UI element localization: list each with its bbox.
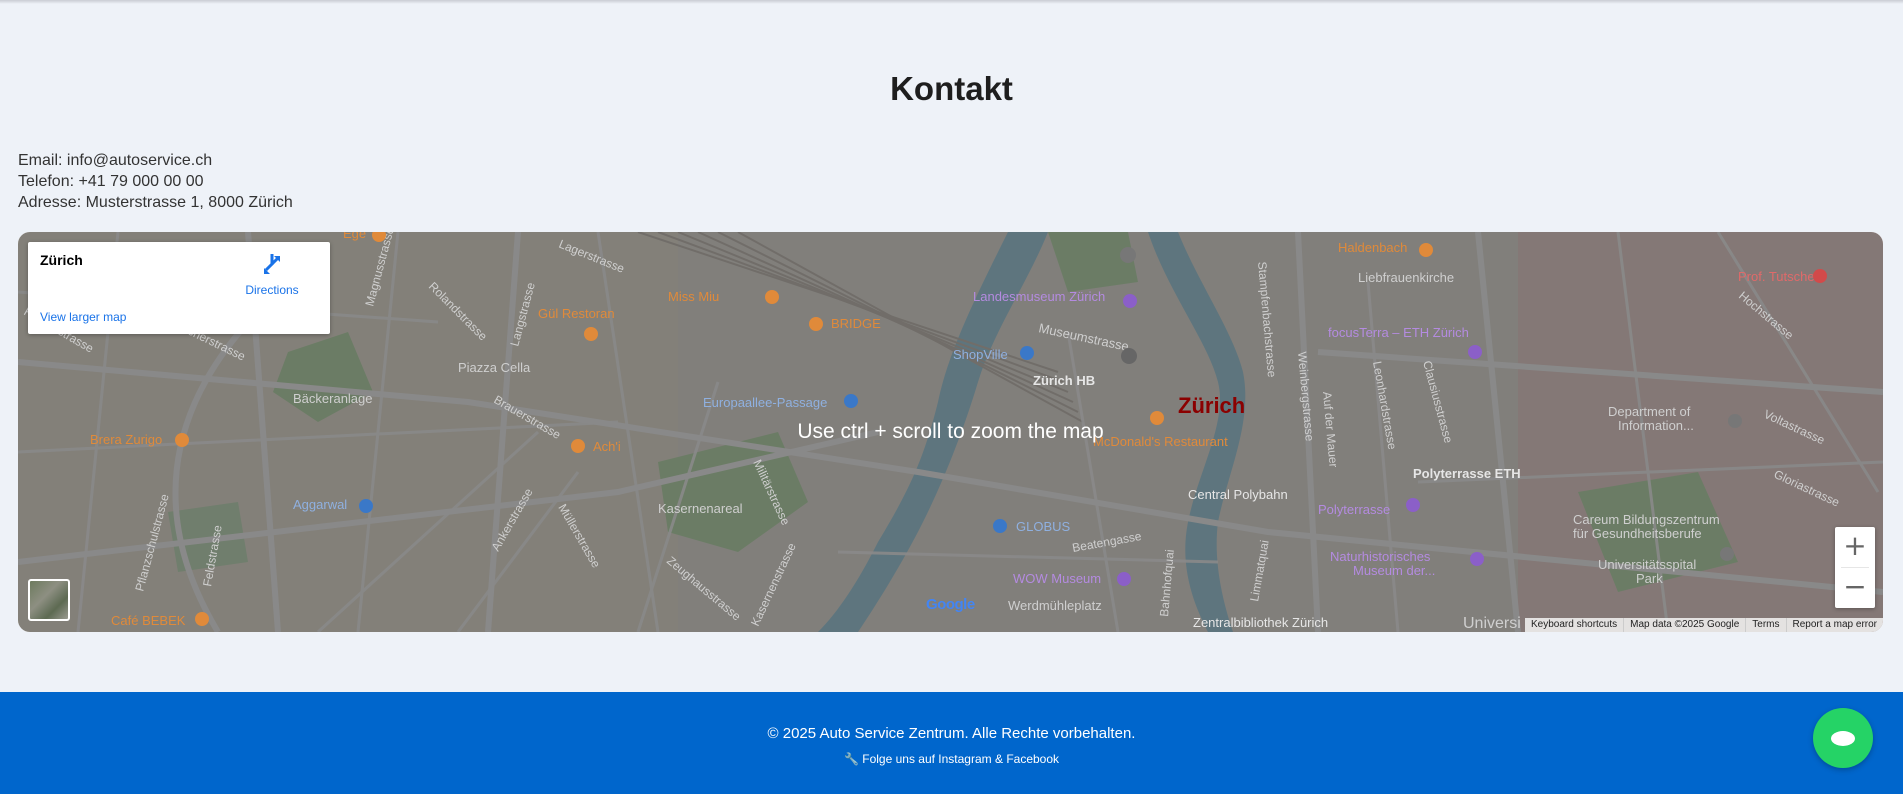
map-label-limmatquai: Limmatquai [1247, 539, 1272, 603]
map-label-aggarwal: Aggarwal [293, 497, 347, 512]
map-label-langstrasse: Langstrasse [507, 281, 538, 348]
map-label-zeughaus: Zeughausstrasse [664, 554, 744, 624]
map-label-haldenbach: Haldenbach [1338, 240, 1407, 255]
map-scroll-hint: Use ctrl + scroll to zoom the map [797, 420, 1104, 443]
google-logo-text: Google [926, 596, 975, 613]
map-label-careum-1: Careum Bildungszentrum [1573, 512, 1720, 527]
map-label-europaallee: Europaallee-Passage [703, 395, 827, 410]
map-label-miss-miu: Miss Miu [668, 289, 719, 304]
zoom-out-button[interactable]: − [1835, 568, 1875, 608]
map-label-zentralbib: Zentralbibliothek Zürich [1193, 615, 1328, 630]
page-title: Kontakt [890, 70, 1013, 107]
place-name: Zürich [40, 252, 83, 268]
map-label-liebfrauenkirche: Liebfrauenkirche [1358, 270, 1454, 285]
contact-address: Adresse: Musterstrasse 1, 8000 Zürich [18, 194, 293, 211]
map-label-ege: Ege [343, 232, 366, 241]
map-label-stampfen: Stampfenbachstrasse [1255, 261, 1279, 378]
report-error-link[interactable]: Report a map error [1785, 618, 1883, 632]
map-label-piazza: Piazza Cella [458, 360, 531, 375]
map-label-unipark-2: Park [1636, 571, 1663, 586]
map-label-beatengasse: Beatengasse [1071, 529, 1143, 555]
map-label-dept-1: Department of [1608, 404, 1691, 419]
chat-button[interactable] [1813, 708, 1873, 768]
zoom-controls: + − [1835, 527, 1875, 608]
map-label-polyterrasse-eth: Polyterrasse ETH [1413, 466, 1521, 481]
directions-label: Directions [245, 283, 299, 297]
map-label-focusterra: focusTerra – ETH Zürich [1328, 325, 1469, 340]
keyboard-shortcuts-link[interactable]: Keyboard shortcuts [1525, 618, 1623, 632]
map-label-careum-2: für Gesundheitsberufe [1573, 526, 1702, 541]
map-label-bahnhofquai: Bahnhofquai [1157, 549, 1177, 617]
google-logo: Google [926, 596, 975, 613]
chat-icon [1831, 731, 1855, 746]
map-label-universitaet: Universi [1463, 615, 1521, 632]
map-label-cafe: Café BEBEK [111, 613, 186, 628]
place-card: Zürich Directions View larger map [28, 242, 330, 334]
map-label-museumstrasse: Museumstrasse [1037, 320, 1130, 354]
map-label-rolandstrasse: Rolandstrasse [426, 279, 490, 343]
map-data-text: Map data ©2025 Google [1623, 618, 1745, 632]
map-label-globus: GLOBUS [1016, 519, 1071, 534]
map-label-naturhist-1: Naturhistorisches [1330, 549, 1431, 564]
map-label-gul: Gül Restoran [538, 306, 615, 321]
map-label-gloria: Gloriastrasse [1772, 467, 1842, 510]
map-label-naturhist-2: Museum der... [1353, 563, 1435, 578]
directions-button[interactable]: Directions [232, 252, 312, 297]
footer-copyright: © 2025 Auto Service Zentrum. Alle Rechte… [767, 725, 1136, 742]
footer-social: 🔧 Folge uns auf Instagram & Facebook [843, 752, 1060, 766]
map-label-central: Central Polybahn [1188, 487, 1288, 502]
header-shadow [0, 0, 1903, 4]
map-embed[interactable]: Zürich Zürich HB Landesmuseum Zürich Sho… [18, 232, 1883, 632]
zoom-in-button[interactable]: + [1835, 527, 1875, 567]
contact-email: Email: info@autoservice.ch [18, 152, 213, 169]
map-label-lagerstrasse: Lagerstrasse [557, 237, 627, 276]
map-label-pflanzschul: Pflanzschulstrasse [132, 492, 172, 593]
map-label-ankerstrasse: Ankerstrasse [488, 486, 535, 554]
map-label-magnusstrasse: Magnusstrasse [362, 232, 397, 308]
map-label-hochstrasse: Hochstrasse [1736, 289, 1796, 343]
map-label-polyterrasse: Polyterrasse [1318, 502, 1390, 517]
map-label-werdmuehle: Werdmühleplatz [1008, 598, 1102, 613]
view-larger-map-link[interactable]: View larger map [40, 310, 126, 324]
map-label-kasernenstrasse: Kasernenstrasse [748, 540, 799, 628]
contact-info: Email: info@autoservice.ch Telefon: +41 … [18, 150, 293, 213]
map-label-baeckeranlage: Bäckeranlage [293, 391, 373, 406]
satellite-toggle[interactable] [28, 579, 70, 621]
map-label-zurich: Zürich [1178, 393, 1245, 418]
map-label-landesmuseum: Landesmuseum Zürich [973, 289, 1105, 304]
map-label-militaer: Militärstrasse [750, 457, 793, 527]
contact-phone: Telefon: +41 79 000 00 00 [18, 173, 204, 190]
map-label-tutschek: Prof. Tutschek [1738, 269, 1822, 284]
map-label-muellerstrasse: Müllerstrasse [555, 502, 603, 571]
map-label-zurich-hb: Zürich HB [1033, 373, 1095, 388]
map-label-shopville: ShopVille [953, 347, 1008, 362]
directions-icon [262, 252, 282, 276]
map-attribution: Keyboard shortcuts Map data ©2025 Google… [1524, 618, 1883, 632]
map-label-wow: WOW Museum [1013, 571, 1101, 586]
map-label-unipark-1: Universitätsspital [1598, 557, 1696, 572]
map-label-kasernenareal: Kasernenareal [658, 501, 743, 516]
terms-link[interactable]: Terms [1745, 618, 1785, 632]
footer: © 2025 Auto Service Zentrum. Alle Rechte… [0, 692, 1903, 794]
map-label-bridge: BRIDGE [831, 316, 881, 331]
map-label-feldstrasse: Feldstrasse [200, 524, 225, 588]
